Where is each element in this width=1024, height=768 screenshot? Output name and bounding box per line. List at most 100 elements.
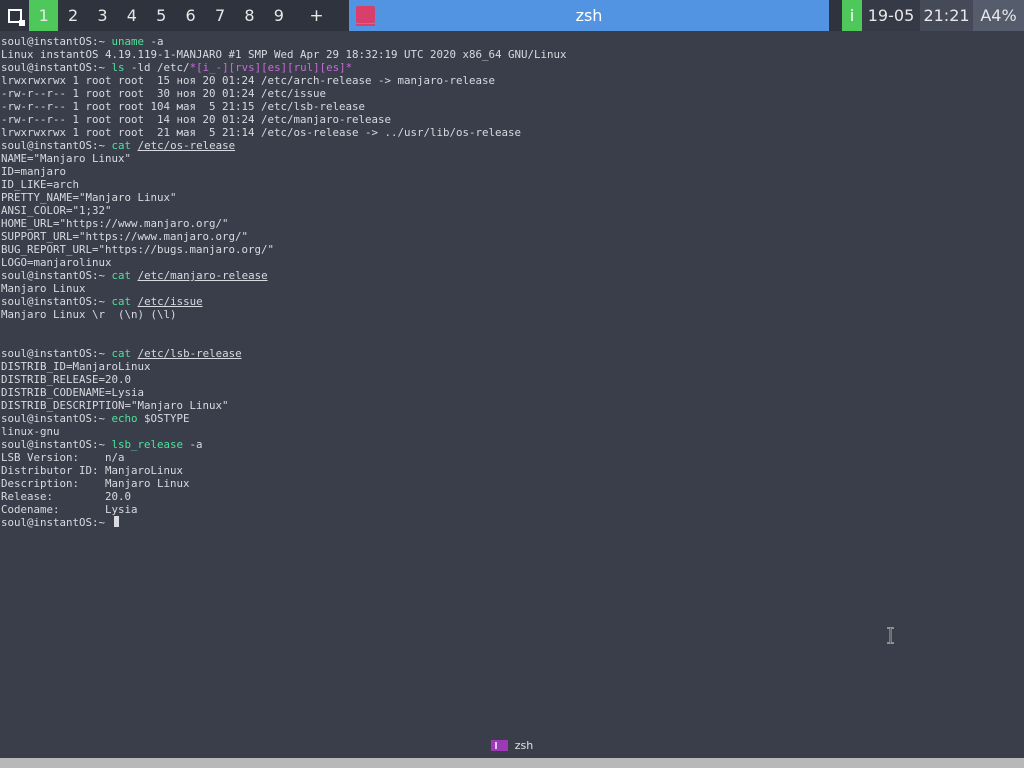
output-text: Linux instantOS 4.19.119-1-MANJARO #1 SM… — [1, 48, 567, 61]
text-cursor-icon — [887, 627, 894, 644]
output-line: -rw-r--r-- 1 root root 14 ноя 20 01:24 /… — [1, 113, 1021, 126]
output-text: DISTRIB_DESCRIPTION="Manjaro Linux" — [1, 399, 229, 412]
output-line: Linux instantOS 4.19.119-1-MANJARO #1 SM… — [1, 48, 1021, 61]
tag-button-5[interactable]: 5 — [147, 0, 176, 31]
terminal-icon — [490, 739, 508, 751]
output-text: Description: Manjaro Linux — [1, 477, 190, 490]
status-info-indicator[interactable]: i — [842, 0, 862, 31]
output-line: Codename: Lysia — [1, 503, 1021, 516]
prompt-line: soul@instantOS:~ echo $OSTYPE — [1, 412, 1021, 425]
output-line: ANSI_COLOR="1;32" — [1, 204, 1021, 217]
command-glob: *[i_-][rvs][es][rul][es]* — [189, 61, 353, 74]
prompt-line: soul@instantOS:~ lsb_release -a — [1, 438, 1021, 451]
output-text: linux-gnu — [1, 425, 60, 438]
output-text: ID=manjaro — [1, 165, 67, 178]
output-line: PRETTY_NAME="Manjaro Linux" — [1, 191, 1021, 204]
output-line: DISTRIB_ID=ManjaroLinux — [1, 360, 1021, 373]
output-line: Description: Manjaro Linux — [1, 477, 1021, 490]
status-volume[interactable]: A4% — [973, 0, 1024, 31]
window-title-bar[interactable]: zsh — [349, 0, 829, 31]
output-line: LOGO=manjarolinux — [1, 256, 1021, 269]
shell-prompt: soul@instantOS:~ — [1, 61, 106, 74]
prompt-line: soul@instantOS:~ cat /etc/os-release — [1, 139, 1021, 152]
output-text: HOME_URL="https://www.manjaro.org/" — [1, 217, 229, 230]
output-line: linux-gnu — [1, 425, 1021, 438]
prompt-line: soul@instantOS:~ — [1, 516, 1021, 529]
shell-prompt: soul@instantOS:~ — [1, 35, 106, 48]
command-args: -ld /etc/ — [124, 61, 190, 74]
status-date: 19-05 — [862, 0, 920, 31]
output-text: DISTRIB_ID=ManjaroLinux — [1, 360, 151, 373]
prompt-line: soul@instantOS:~ ls -ld /etc/*[i_-][rvs]… — [1, 61, 1021, 74]
output-text: ID_LIKE=arch — [1, 178, 80, 191]
command-name: ls — [111, 61, 125, 74]
output-text: -rw-r--r-- 1 root root 30 ноя 20 01:24 /… — [1, 87, 327, 100]
terminal-window-icon — [356, 6, 375, 26]
command-name: cat — [111, 347, 132, 360]
shell-prompt: soul@instantOS:~ — [1, 347, 106, 360]
command-name: cat — [111, 295, 132, 308]
terminal-output[interactable]: soul@instantOS:~ uname -a Linux instantOS… — [1, 35, 1021, 735]
output-line: Release: 20.0 — [1, 490, 1021, 503]
shell-prompt: soul@instantOS:~ — [1, 438, 106, 451]
output-line: ID=manjaro — [1, 165, 1021, 178]
command-args: -a — [183, 438, 203, 451]
tag-button-2[interactable]: 2 — [58, 0, 87, 31]
tag-button-8[interactable]: 8 — [235, 0, 264, 31]
tag-button-3[interactable]: 3 — [88, 0, 117, 31]
output-text: Manjaro Linux — [1, 282, 86, 295]
taskbar: zsh — [0, 734, 1024, 756]
output-text: Distributor ID: ManjaroLinux — [1, 464, 184, 477]
output-line: -rw-r--r-- 1 root root 104 мая 5 21:15 /… — [1, 100, 1021, 113]
taskbar-item-label: zsh — [514, 738, 534, 752]
command-path: /etc/os-release — [137, 139, 236, 152]
output-line: ID_LIKE=arch — [1, 178, 1021, 191]
command-args: $OSTYPE — [137, 412, 190, 425]
output-line: SUPPORT_URL="https://www.manjaro.org/" — [1, 230, 1021, 243]
command-path: /etc/lsb-release — [137, 347, 242, 360]
status-time: 21:21 — [920, 0, 973, 31]
tag-button-4[interactable]: 4 — [117, 0, 146, 31]
tag-button-9[interactable]: 9 — [264, 0, 293, 31]
tag-button-1[interactable]: 1 — [29, 0, 59, 31]
add-tag-button[interactable]: + — [294, 0, 340, 31]
output-text: PRETTY_NAME="Manjaro Linux" — [1, 191, 177, 204]
command-name: cat — [111, 269, 132, 282]
instantos-logo-icon[interactable] — [0, 0, 29, 31]
output-text: lrwxrwxrwx 1 root root 15 ноя 20 01:24 /… — [1, 74, 496, 87]
command-name: lsb_release — [111, 438, 184, 451]
output-line: lrwxrwxrwx 1 root root 21 мая 5 21:14 /e… — [1, 126, 1021, 139]
output-line: Manjaro Linux \r (\n) (\l) — [1, 308, 1021, 321]
output-text: Manjaro Linux \r (\n) (\l) — [1, 308, 177, 321]
output-text: -rw-r--r-- 1 root root 14 ноя 20 01:24 /… — [1, 113, 392, 126]
output-text: Codename: Lysia — [1, 503, 138, 516]
output-text: LOGO=manjarolinux — [1, 256, 112, 269]
bottom-strip — [0, 758, 1024, 768]
tag-button-6[interactable]: 6 — [176, 0, 205, 31]
output-line: Manjaro Linux — [1, 282, 1021, 295]
shell-prompt: soul@instantOS:~ — [1, 412, 106, 425]
output-text: NAME="Manjaro Linux" — [1, 152, 132, 165]
output-line: -rw-r--r-- 1 root root 30 ноя 20 01:24 /… — [1, 87, 1021, 100]
command-args: -a — [144, 35, 164, 48]
taskbar-item-zsh[interactable]: zsh — [490, 738, 534, 752]
output-text: -rw-r--r-- 1 root root 104 мая 5 21:15 /… — [1, 100, 366, 113]
window-title: zsh — [575, 6, 603, 25]
output-text: ANSI_COLOR="1;32" — [1, 204, 112, 217]
output-line: Distributor ID: ManjaroLinux — [1, 464, 1021, 477]
output-text: DISTRIB_RELEASE=20.0 — [1, 373, 132, 386]
tag-button-7[interactable]: 7 — [205, 0, 234, 31]
prompt-line: soul@instantOS:~ uname -a — [1, 35, 1021, 48]
output-text: BUG_REPORT_URL="https://bugs.manjaro.org… — [1, 243, 275, 256]
output-line: BUG_REPORT_URL="https://bugs.manjaro.org… — [1, 243, 1021, 256]
output-text: DISTRIB_CODENAME=Lysia — [1, 386, 145, 399]
shell-prompt: soul@instantOS:~ — [1, 516, 106, 529]
prompt-line: soul@instantOS:~ cat /etc/manjaro-releas… — [1, 269, 1021, 282]
output-line: LSB Version: n/a — [1, 451, 1021, 464]
prompt-line: soul@instantOS:~ cat /etc/issue — [1, 295, 1021, 308]
terminal-cursor — [113, 516, 119, 527]
output-line: NAME="Manjaro Linux" — [1, 152, 1021, 165]
prompt-line: soul@instantOS:~ cat /etc/lsb-release — [1, 347, 1021, 360]
tag-list: 123456789 — [29, 0, 294, 31]
